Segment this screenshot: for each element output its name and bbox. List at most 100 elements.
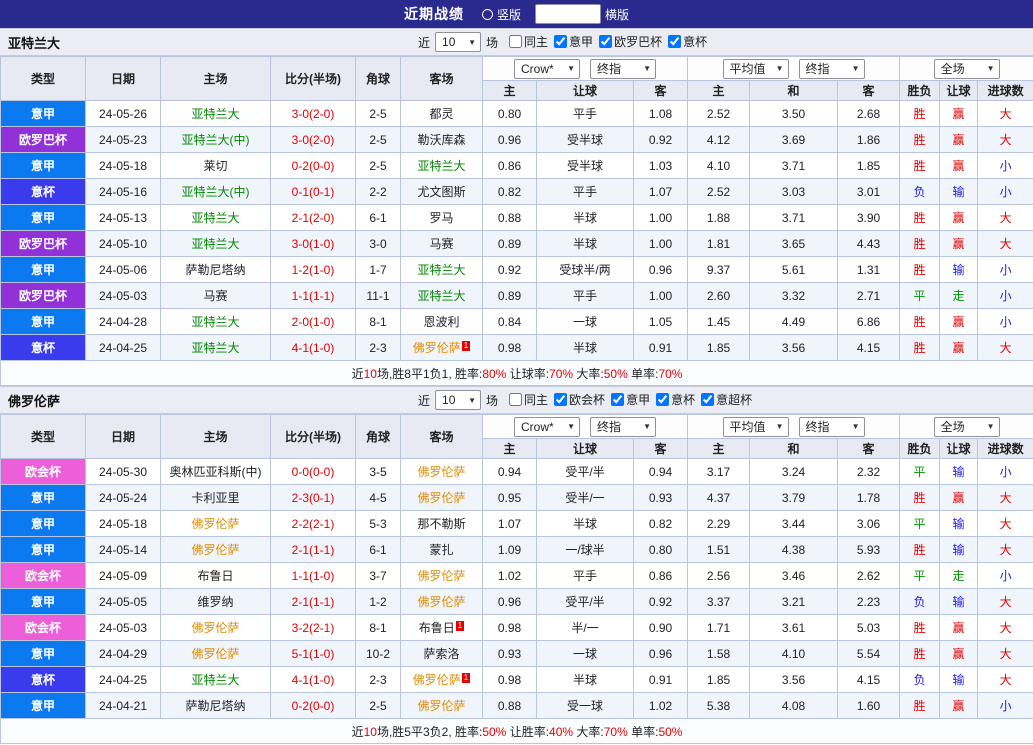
team-name-link[interactable]: 维罗纳 [197,595,233,609]
odds-stage-select[interactable]: 终指 ▼ [590,416,657,437]
team-name-link[interactable]: 那不勒斯 [417,517,465,531]
score-cell[interactable]: 2-1(1-1) [270,536,356,563]
filter-checkbox[interactable]: 欧罗巴杯 [599,33,662,50]
checkbox-input[interactable] [611,393,625,406]
filter-checkbox[interactable]: 欧会杯 [554,391,605,408]
filter-checkbox[interactable]: 意超杯 [701,391,752,408]
recent-count-select[interactable]: 10 ▼ [435,390,482,410]
bookmaker-select[interactable]: Crow* ▼ [514,416,581,437]
score-cell[interactable]: 1-1(1-1) [270,282,356,309]
score-cell[interactable]: 4-1(1-0) [270,334,356,361]
summary-segment: 大率: [573,724,604,739]
team-name-link[interactable]: 佛罗伦萨 [417,491,465,505]
team-name-link[interactable]: 亚特兰大 [417,159,465,173]
score-cell[interactable]: 2-0(1-0) [270,308,356,335]
score-cell[interactable]: 3-0(2-0) [270,100,356,127]
team-name-link[interactable]: 佛罗伦萨 [417,465,465,479]
team-name-link[interactable]: 蒙扎 [429,543,453,557]
team-name-link[interactable]: 萨勒尼塔纳 [185,263,245,277]
team-name-link[interactable]: 亚特兰大 [417,263,465,277]
team-name-link[interactable]: 亚特兰大 [191,237,239,251]
team-name-link[interactable]: 奥林匹亚科斯(中) [170,465,262,479]
layout-radio-vertical[interactable]: 竖版 [481,6,521,23]
average-select[interactable]: 平均值 ▼ [722,416,789,437]
team-name-link[interactable]: 佛罗伦萨 [191,517,239,531]
score-cell[interactable]: 0-1(0-1) [270,178,356,205]
handicap-line: 半球 [536,666,634,693]
team-name-link[interactable]: 佛罗伦萨 [413,341,461,355]
filter-checkbox[interactable]: 意甲 [554,33,593,50]
checkbox-input[interactable] [668,35,682,48]
layout-radio-horizontal[interactable]: 横版 [535,4,629,24]
team-name-link[interactable]: 佛罗伦萨 [191,621,239,635]
checkbox-input[interactable] [656,393,670,406]
team-name-link[interactable]: 萨勒尼塔纳 [185,699,245,713]
recent-count-select[interactable]: 10 ▼ [435,32,482,52]
team-name-link[interactable]: 恩波利 [423,315,459,329]
team-name-link[interactable]: 尤文图斯 [417,185,465,199]
score-cell[interactable]: 2-3(0-1) [270,484,356,511]
scope-select[interactable]: 全场 ▼ [933,416,1000,437]
col-header-goals: 进球数 [977,80,1033,101]
team-name-link[interactable]: 佛罗伦萨 [413,673,461,687]
team-name-link[interactable]: 勒沃库森 [417,133,465,147]
match-date: 24-04-29 [85,640,161,667]
team-name-link[interactable]: 亚特兰大 [191,107,239,121]
checkbox-input[interactable] [554,35,568,48]
score-cell[interactable]: 3-0(1-0) [270,230,356,257]
team-name-link[interactable]: 佛罗伦萨 [417,595,465,609]
corner-cell: 3-7 [355,562,401,589]
average-stage-select[interactable]: 终指 ▼ [798,416,865,437]
score-cell[interactable]: 0-2(0-0) [270,152,356,179]
checkbox-input[interactable] [599,35,613,48]
score-cell[interactable]: 1-1(1-0) [270,562,356,589]
team-name-link[interactable]: 都灵 [429,107,453,121]
average-stage-select[interactable]: 终指 ▼ [798,58,865,79]
team-name-link[interactable]: 布鲁日 [419,621,455,635]
team-name-link[interactable]: 罗马 [429,211,453,225]
score-cell[interactable]: 3-2(2-1) [270,614,356,641]
match-date: 24-04-25 [85,666,161,693]
team-name-link[interactable]: 亚特兰大 [191,673,239,687]
score-cell[interactable]: 1-2(1-0) [270,256,356,283]
team-name-link[interactable]: 佛罗伦萨 [191,543,239,557]
team-name-link[interactable]: 萨索洛 [423,647,459,661]
score-cell[interactable]: 4-1(1-0) [270,666,356,693]
col-header-corner: 角球 [355,414,401,459]
team-name-link[interactable]: 亚特兰大(中) [182,185,250,199]
team-name-link[interactable]: 莱切 [203,159,227,173]
score-cell[interactable]: 3-0(2-0) [270,126,356,153]
team-name-link[interactable]: 佛罗伦萨 [191,647,239,661]
team-name-link[interactable]: 马赛 [429,237,453,251]
team-name-link[interactable]: 亚特兰大(中) [182,133,250,147]
team-name-link[interactable]: 佛罗伦萨 [417,699,465,713]
average-select[interactable]: 平均值 ▼ [722,58,789,79]
team-name-link[interactable]: 亚特兰大 [417,289,465,303]
checkbox-input[interactable] [554,393,568,406]
score-cell[interactable]: 2-1(1-1) [270,588,356,615]
filter-checkbox[interactable]: 意杯 [668,33,707,50]
team-name-link[interactable]: 亚特兰大 [191,211,239,225]
filter-checkbox[interactable]: 同主 [509,391,548,408]
team-name-link[interactable]: 马赛 [203,289,227,303]
odds-stage-select[interactable]: 终指 ▼ [590,58,657,79]
score-cell[interactable]: 0-0(0-0) [270,458,356,485]
bookmaker-select[interactable]: Crow* ▼ [514,58,581,79]
filter-checkbox[interactable]: 意杯 [656,391,695,408]
score-cell[interactable]: 2-2(2-1) [270,510,356,537]
score-cell[interactable]: 2-1(2-0) [270,204,356,231]
handicap-away-odds: 0.80 [632,536,689,563]
team-name-link[interactable]: 亚特兰大 [191,315,239,329]
filter-checkbox[interactable]: 同主 [509,33,548,50]
checkbox-input[interactable] [509,35,523,48]
scope-select[interactable]: 全场 ▼ [933,58,1000,79]
team-name-link[interactable]: 卡利亚里 [191,491,239,505]
team-name-link[interactable]: 亚特兰大 [191,341,239,355]
team-name-link[interactable]: 佛罗伦萨 [417,569,465,583]
checkbox-input[interactable] [701,393,715,406]
score-cell[interactable]: 0-2(0-0) [270,692,356,719]
score-cell[interactable]: 5-1(1-0) [270,640,356,667]
filter-checkbox[interactable]: 意甲 [611,391,650,408]
checkbox-input[interactable] [509,393,523,406]
team-name-link[interactable]: 布鲁日 [197,569,233,583]
